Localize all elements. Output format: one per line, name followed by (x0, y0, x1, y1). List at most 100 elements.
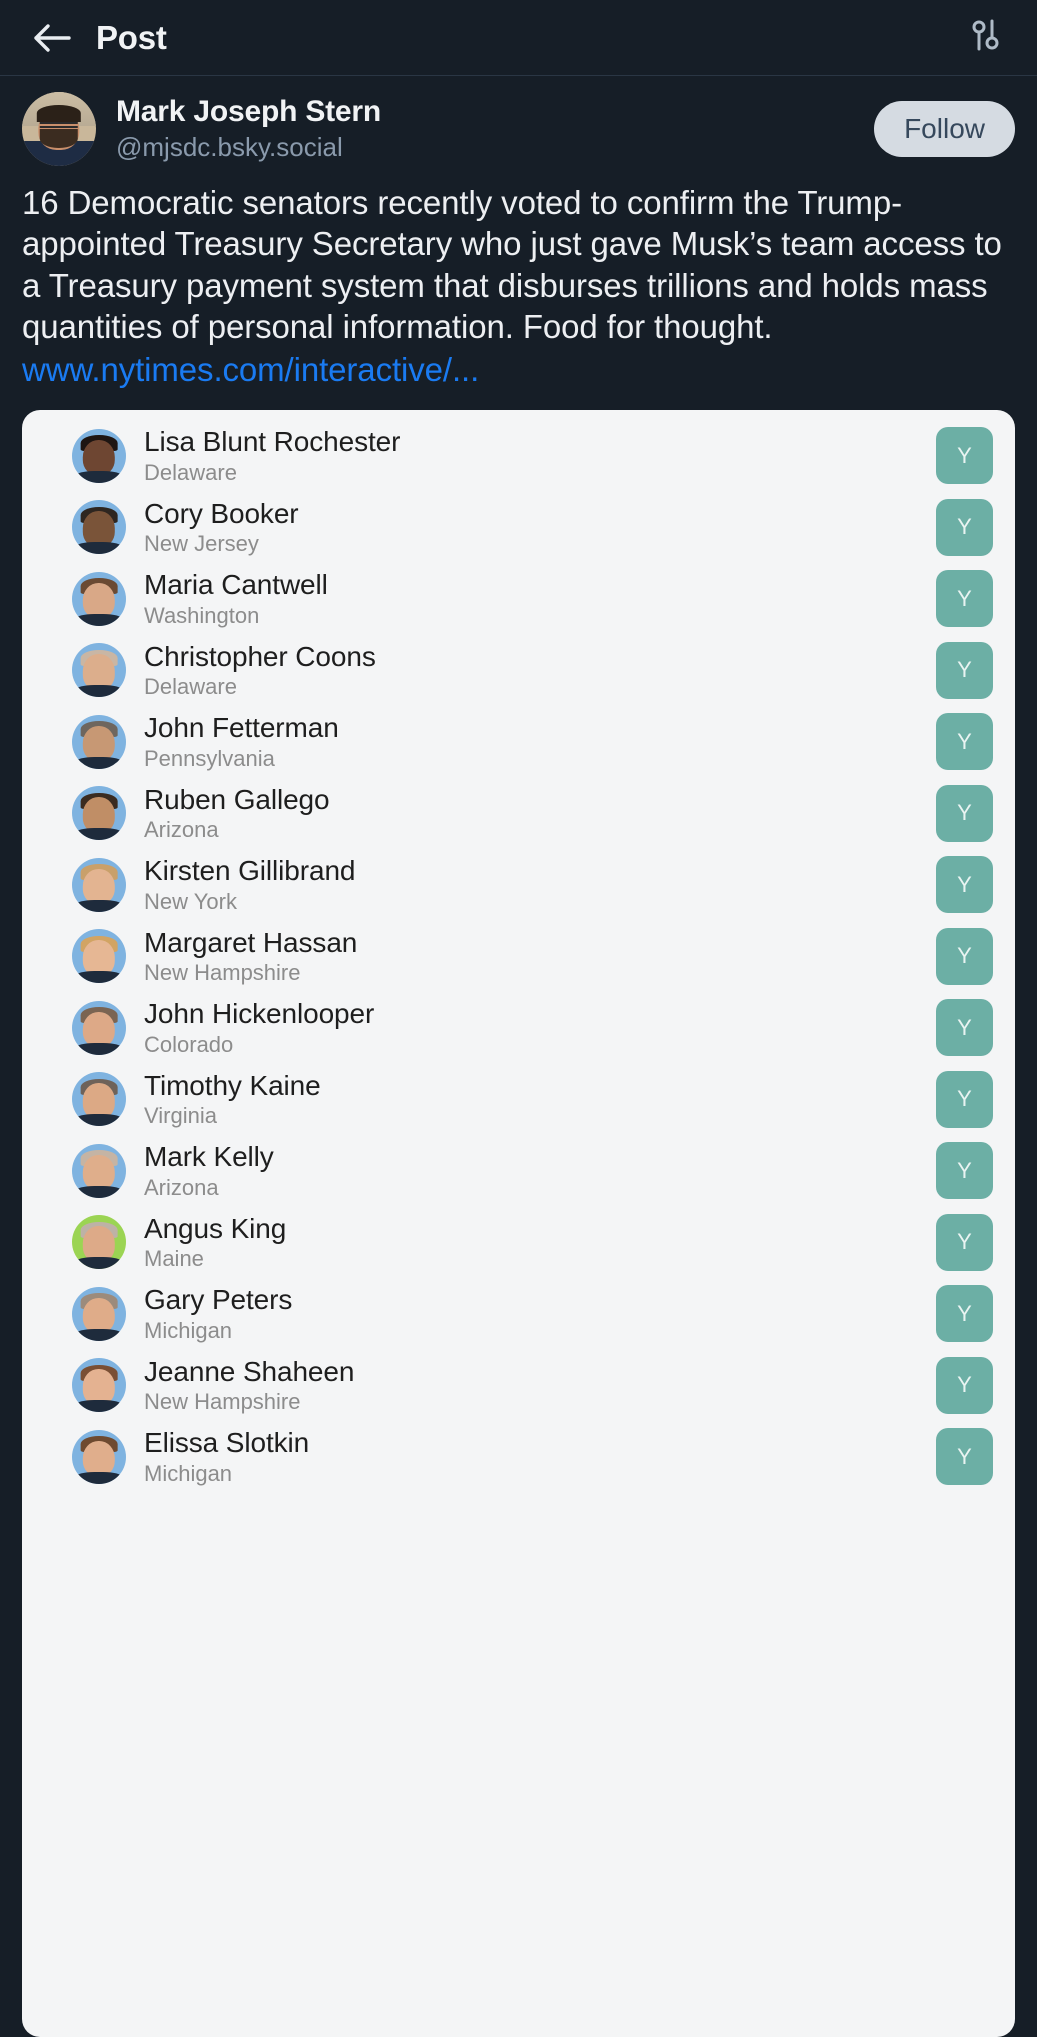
senator-row[interactable]: Elissa Slotkin Michigan Y (22, 1421, 1015, 1493)
senator-state: New Jersey (144, 531, 259, 557)
vote-badge-yes[interactable]: Y (936, 1428, 993, 1486)
vote-badge-yes[interactable]: Y (936, 713, 993, 771)
senator-name: Maria Cantwell (144, 569, 328, 601)
post-text: 16 Democratic senators recently voted to… (22, 184, 1002, 346)
senator-avatar (72, 1358, 126, 1413)
senator-avatar (72, 1429, 126, 1484)
vote-badge-yes[interactable]: Y (936, 927, 993, 985)
senator-avatar-face (82, 511, 116, 547)
senator-avatar-body (75, 613, 123, 626)
vote-badge-yes[interactable]: Y (936, 641, 993, 699)
avatar-glasses (39, 121, 79, 129)
author-name-block: Mark Joseph Stern @mjsdc.bsky.social (116, 95, 874, 163)
senator-name: Mark Kelly (144, 1141, 274, 1173)
senator-avatar (72, 929, 126, 984)
senator-name: Lisa Blunt Rochester (144, 426, 401, 458)
senator-avatar (72, 500, 126, 555)
senator-row[interactable]: Margaret Hassan New Hampshire Y (22, 921, 1015, 993)
senator-state: Arizona (144, 1174, 219, 1200)
author-display-name[interactable]: Mark Joseph Stern (116, 95, 874, 130)
senator-avatar-face (82, 940, 116, 976)
vote-badge-yes[interactable]: Y (936, 999, 993, 1057)
vote-badge-yes[interactable]: Y (936, 1142, 993, 1200)
senator-state: New Hampshire (144, 1389, 301, 1415)
senator-name: Timothy Kaine (144, 1069, 321, 1101)
avatar[interactable] (22, 92, 96, 166)
senator-row[interactable]: Timothy Kaine Virginia Y (22, 1064, 1015, 1136)
senator-avatar-face (82, 1369, 116, 1405)
back-arrow-icon (32, 21, 72, 55)
senator-row[interactable]: Mark Kelly Arizona Y (22, 1135, 1015, 1207)
senator-name: Margaret Hassan (144, 926, 358, 958)
senator-avatar (72, 643, 126, 698)
senator-row[interactable]: Lisa Blunt Rochester Delaware Y (22, 420, 1015, 492)
post-screen: Post Mark Joseph Stern @mjsdc.bsky.socia… (0, 0, 1037, 2037)
senator-row[interactable]: John Fetterman Pennsylvania Y (22, 706, 1015, 778)
senator-row[interactable]: Jeanne Shaheen New Hampshire Y (22, 1350, 1015, 1422)
senator-state: Pennsylvania (144, 745, 275, 771)
senator-avatar (72, 571, 126, 626)
senator-name: Ruben Gallego (144, 783, 330, 815)
senator-avatar-body (75, 1471, 123, 1484)
page-title: Post (96, 19, 167, 56)
vote-badge-yes[interactable]: Y (936, 784, 993, 842)
sliders-icon (968, 18, 1002, 57)
vote-badge-yes[interactable]: Y (936, 570, 993, 628)
senator-state: Colorado (144, 1031, 234, 1057)
post-external-link[interactable]: www.nytimes.com/interactive/... (22, 349, 1015, 390)
senator-avatar-body (75, 1114, 123, 1127)
senator-meta: Ruben Gallego Arizona (144, 784, 922, 843)
senator-row[interactable]: Cory Booker New Jersey Y (22, 492, 1015, 564)
senator-avatar (72, 1286, 126, 1341)
senator-row[interactable]: Gary Peters Michigan Y (22, 1278, 1015, 1350)
senator-row[interactable]: Ruben Gallego Arizona Y (22, 778, 1015, 850)
senator-meta: Maria Cantwell Washington (144, 569, 922, 628)
senator-row[interactable]: Christopher Coons Delaware Y (22, 635, 1015, 707)
senator-meta: Lisa Blunt Rochester Delaware (144, 426, 922, 485)
senator-avatar (72, 1215, 126, 1270)
senator-name: John Fetterman (144, 712, 339, 744)
senator-meta: Cory Booker New Jersey (144, 498, 922, 557)
post-body: 16 Democratic senators recently voted to… (0, 176, 1037, 390)
senator-avatar-face (82, 1440, 116, 1477)
senator-name: John Hickenlooper (144, 998, 375, 1030)
senator-avatar (72, 1072, 126, 1127)
senator-row[interactable]: John Hickenlooper Colorado Y (22, 992, 1015, 1064)
senator-meta: Elissa Slotkin Michigan (144, 1427, 922, 1486)
senator-row[interactable]: Kirsten Gillibrand New York Y (22, 849, 1015, 921)
senator-state: Delaware (144, 674, 237, 700)
vote-badge-yes[interactable]: Y (936, 427, 993, 485)
senator-meta: Margaret Hassan New Hampshire (144, 927, 922, 986)
senator-state: Washington (144, 602, 260, 628)
senator-avatar-body (75, 685, 123, 698)
senator-name: Elissa Slotkin (144, 1427, 310, 1459)
senator-avatar (72, 714, 126, 769)
senator-avatar-face (82, 1011, 116, 1048)
senator-avatar-face (82, 1297, 116, 1334)
back-button[interactable] (26, 12, 78, 64)
senator-state: Delaware (144, 459, 237, 485)
vote-badge-yes[interactable]: Y (936, 1213, 993, 1271)
senator-avatar-face (82, 582, 116, 619)
senator-row[interactable]: Angus King Maine Y (22, 1207, 1015, 1279)
senator-avatar-body (75, 1185, 123, 1198)
senator-avatar-face (82, 1154, 116, 1191)
author-handle[interactable]: @mjsdc.bsky.social (116, 132, 874, 163)
senator-state: Virginia (144, 1103, 217, 1129)
vote-badge-yes[interactable]: Y (936, 498, 993, 556)
senator-name: Angus King (144, 1212, 287, 1244)
vote-badge-yes[interactable]: Y (936, 1070, 993, 1128)
senator-avatar-body (75, 971, 123, 984)
senator-vote-list: Lisa Blunt Rochester Delaware Y Cory Booker… (22, 410, 1015, 1493)
senator-avatar-body (75, 470, 123, 483)
vote-badge-yes[interactable]: Y (936, 1285, 993, 1343)
vote-badge-yes[interactable]: Y (936, 1356, 993, 1414)
vote-badge-yes[interactable]: Y (936, 856, 993, 914)
embedded-vote-card[interactable]: Lisa Blunt Rochester Delaware Y Cory Booker… (22, 410, 1015, 2037)
follow-button[interactable]: Follow (874, 101, 1015, 157)
thread-settings-button[interactable] (959, 12, 1011, 64)
senator-row[interactable]: Maria Cantwell Washington Y (22, 563, 1015, 635)
senator-avatar-body (75, 542, 123, 555)
senator-meta: John Hickenlooper Colorado (144, 998, 922, 1057)
senator-avatar-face (82, 439, 116, 476)
